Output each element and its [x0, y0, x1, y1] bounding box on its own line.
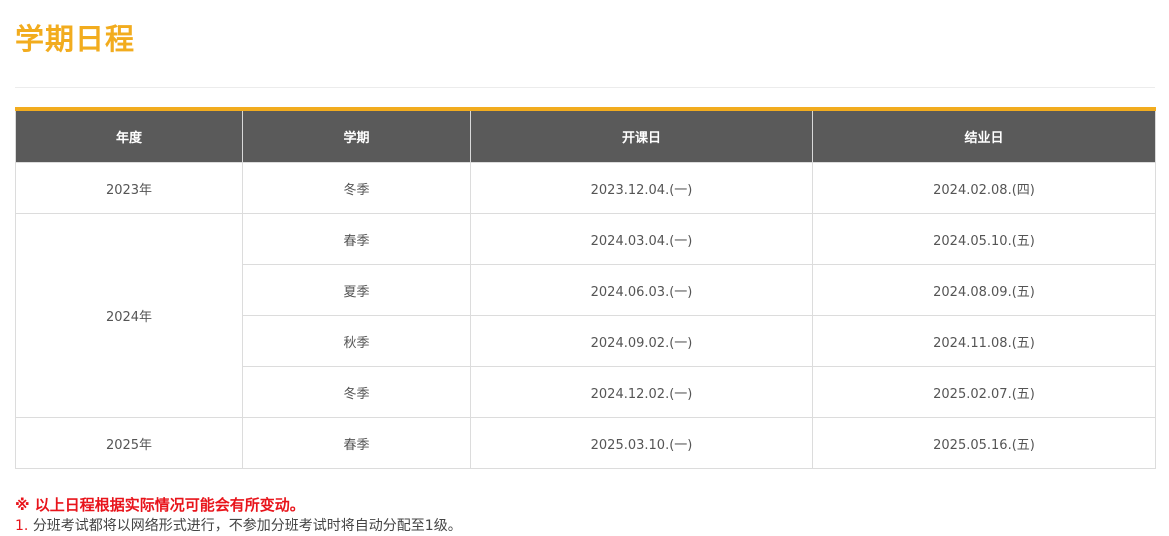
start-date-cell: 2024.09.02.(一): [470, 315, 813, 367]
table-row: 2023年 冬季 2023.12.04.(一) 2024.02.08.(四): [15, 162, 1156, 214]
table-row: 2024年 春季 2024.03.04.(一) 2024.05.10.(五): [15, 213, 1156, 418]
year-cell: 2025年: [15, 417, 243, 469]
end-date-cell: 2024.02.08.(四): [812, 162, 1156, 214]
title-divider: [15, 87, 1155, 88]
year-cell: 2023年: [15, 162, 243, 214]
term-cell: 春季: [242, 417, 471, 469]
start-date-cell: 2024.03.04.(一): [470, 213, 813, 265]
table-row: 2025年 春季 2025.03.10.(一) 2025.05.16.(五): [15, 417, 1156, 469]
schedule-change-notice: ※ 以上日程根据实际情况可能会有所变动。: [15, 496, 305, 514]
header-term: 学期: [242, 109, 471, 163]
header-end-date: 结业日: [812, 109, 1156, 163]
note-text: 分班考试都将以网络形式进行，不参加分班考试时将自动分配至1级。: [32, 518, 462, 534]
start-date-cell: 2024.06.03.(一): [470, 264, 813, 316]
schedule-table: 年度 学期 开课日 结业日 2023年 冬季 2023.12.04.(一) 20…: [15, 107, 1156, 469]
term-cell: 秋季: [242, 315, 471, 367]
table-header-row: 年度 学期 开课日 结业日: [15, 109, 1156, 163]
start-date-cell: 2024.12.02.(一): [470, 366, 813, 418]
end-date-cell: 2025.05.16.(五): [812, 417, 1156, 469]
term-cell: 冬季: [242, 162, 471, 214]
term-cell: 冬季: [242, 366, 471, 418]
page: 学期日程 年度 学期 开课日 结业日 2023年 冬季 2023.12.04.(…: [0, 0, 1169, 536]
header-start-date: 开课日: [470, 109, 813, 163]
end-date-cell: 2024.08.09.(五): [812, 264, 1156, 316]
term-cell: 夏季: [242, 264, 471, 316]
header-year: 年度: [15, 109, 243, 163]
end-date-cell: 2024.11.08.(五): [812, 315, 1156, 367]
start-date-cell: 2023.12.04.(一): [470, 162, 813, 214]
start-date-cell: 2025.03.10.(一): [470, 417, 813, 469]
year-cell: 2024年: [15, 213, 243, 418]
note-item: 1. 分班考试都将以网络形式进行，不参加分班考试时将自动分配至1级。: [15, 516, 462, 536]
end-date-cell: 2024.05.10.(五): [812, 213, 1156, 265]
term-cell: 春季: [242, 213, 471, 265]
end-date-cell: 2025.02.07.(五): [812, 366, 1156, 418]
page-title: 学期日程: [15, 22, 136, 56]
note-number: 1.: [15, 518, 29, 534]
